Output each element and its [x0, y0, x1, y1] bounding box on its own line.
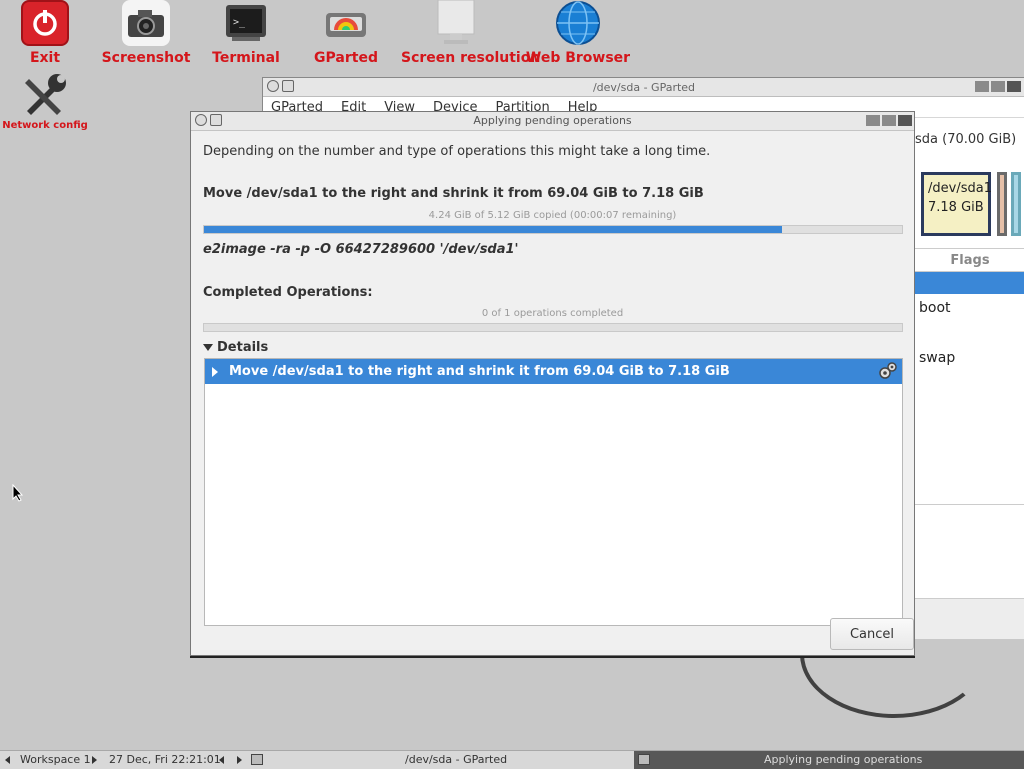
minimize-button[interactable]	[866, 115, 880, 126]
dialog-intro-text: Depending on the number and type of oper…	[203, 144, 711, 159]
completed-operations-progress-bar	[203, 323, 903, 332]
device-select[interactable]: sda (70.00 GiB)	[915, 132, 1024, 147]
flag-cell: swap	[919, 350, 956, 366]
applying-operations-dialog: Applying pending operations Depending on…	[190, 111, 915, 656]
expander-right-icon[interactable]	[212, 366, 218, 377]
desktop-icon-screen-resolution[interactable]: Screen resolution	[401, 0, 541, 66]
task-gparted[interactable]: /dev/sda - GParted	[405, 753, 507, 766]
monitor-icon	[432, 0, 480, 46]
cancel-button[interactable]: Cancel	[830, 618, 914, 650]
details-row-selected[interactable]: Move /dev/sda1 to the right and shrink i…	[205, 359, 902, 384]
details-row-label: Move /dev/sda1 to the right and shrink i…	[229, 364, 730, 379]
details-expander[interactable]: Details	[203, 340, 268, 355]
expander-down-icon	[203, 344, 213, 351]
flag-cell: boot	[919, 300, 951, 316]
device-select-value: sda (70.00 GiB)	[915, 132, 1017, 147]
desktop-icon-label: Web Browser	[525, 50, 631, 66]
taskbar: Workspace 1 27 Dec, Fri 22:21:01 /dev/sd…	[0, 750, 1024, 769]
desktop-icon-exit[interactable]: Exit	[0, 0, 100, 66]
task-dialog-label: Applying pending operations	[764, 753, 923, 766]
desktop-icon-web-browser[interactable]: Web Browser	[523, 0, 633, 66]
task-next-icon[interactable]	[237, 756, 242, 764]
details-label: Details	[217, 340, 269, 355]
gparted-titlebar[interactable]: /dev/sda - GParted	[263, 78, 1024, 97]
gparted-visible-area: sda (70.00 GiB) /dev/sda1 7.18 GiB Flags…	[915, 120, 1024, 639]
operation-progress-fill	[204, 226, 782, 233]
power-icon	[21, 0, 69, 46]
partition-block-swap[interactable]	[1011, 172, 1021, 236]
divider	[915, 504, 1024, 505]
flags-column-header[interactable]: Flags	[915, 248, 1024, 272]
partition-size: 7.18 GiB	[928, 200, 984, 215]
gparted-icon	[322, 0, 370, 46]
desktop-icon-label: Screenshot	[101, 50, 191, 66]
close-button[interactable]	[898, 115, 912, 126]
minimize-button[interactable]	[975, 81, 989, 92]
completed-operations-text: 0 of 1 operations completed	[481, 308, 624, 319]
partition-list-selected-row[interactable]	[915, 272, 1024, 294]
clock: 27 Dec, Fri 22:21:01	[109, 753, 221, 766]
maximize-button[interactable]	[991, 81, 1005, 92]
task-prev-icon[interactable]	[219, 756, 224, 764]
operation-progress-text: 4.24 GiB of 5.12 GiB copied (00:00:07 re…	[428, 210, 677, 221]
current-operation-label: Move /dev/sda1 to the right and shrink i…	[203, 186, 704, 201]
svg-text:>_: >_	[233, 17, 246, 28]
dialog-body: Depending on the number and type of oper…	[203, 130, 914, 655]
workspace-next-icon[interactable]	[92, 756, 97, 764]
desktop-icon-label: Screen resolution	[401, 50, 541, 66]
task-applying-operations[interactable]: Applying pending operations	[634, 751, 1024, 769]
partition-block-sda1[interactable]: /dev/sda1 7.18 GiB	[921, 172, 992, 236]
partition-block-small[interactable]	[997, 172, 1007, 236]
current-command-text: e2image -ra -p -O 66427289600 '/dev/sda1…	[203, 242, 519, 257]
desktop-icon-gparted[interactable]: GParted	[291, 0, 401, 66]
dialog-titlebar[interactable]: Applying pending operations	[191, 112, 914, 131]
desktop-icon-label: Terminal	[212, 50, 280, 66]
completed-operations-label: Completed Operations:	[203, 285, 373, 300]
task-window-icon	[251, 754, 263, 765]
gparted-window-title: /dev/sda - GParted	[592, 80, 696, 94]
desktop-icon-terminal[interactable]: >_ Terminal	[191, 0, 301, 66]
close-button[interactable]	[1007, 81, 1021, 92]
details-tree[interactable]: Move /dev/sda1 to the right and shrink i…	[204, 358, 903, 626]
desktop-icon-screenshot[interactable]: Screenshot	[91, 0, 201, 66]
pending-operations-pane	[915, 598, 1024, 639]
mouse-cursor-icon	[12, 483, 24, 506]
camera-icon	[122, 0, 170, 46]
wrench-icon	[20, 72, 70, 118]
task-window-icon	[638, 754, 650, 765]
desktop-icon-label: Network config	[2, 120, 88, 131]
desktop-icon-network-config[interactable]: Network config	[0, 72, 100, 131]
workspace-label[interactable]: Workspace 1	[20, 753, 91, 766]
partition-graphic[interactable]: /dev/sda1 7.18 GiB	[921, 172, 1021, 242]
globe-icon	[554, 0, 602, 46]
maximize-button[interactable]	[882, 115, 896, 126]
desktop-icon-label: Exit	[29, 50, 61, 66]
partition-name: /dev/sda1	[928, 181, 992, 196]
terminal-icon: >_	[222, 0, 270, 46]
operation-progress-bar	[203, 225, 903, 234]
dialog-title: Applying pending operations	[473, 114, 632, 127]
workspace-prev-icon[interactable]	[5, 756, 10, 764]
desktop-icon-label: GParted	[314, 50, 378, 66]
gears-executing-icon	[878, 362, 898, 384]
